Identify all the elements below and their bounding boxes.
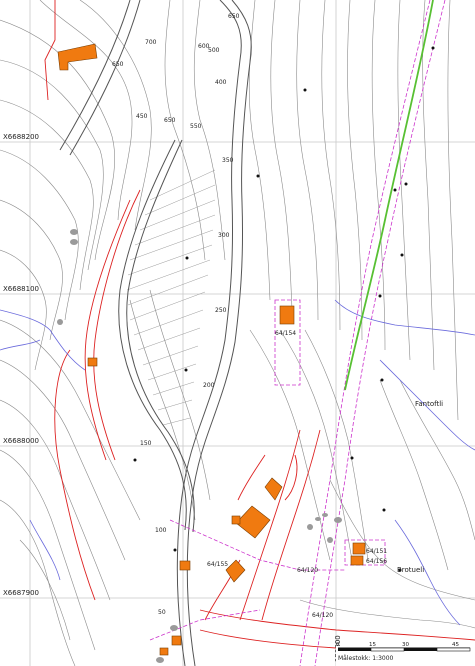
contour-label: 500 xyxy=(208,47,220,54)
grid-labels: X6688200 X6688100 X6688000 X6687900 150 6… xyxy=(3,133,342,662)
contour-label: 150 xyxy=(140,440,152,447)
contour-label: 300 xyxy=(218,232,230,239)
building xyxy=(264,477,283,501)
place-name-brotueli: Brotueli xyxy=(397,566,424,574)
building xyxy=(350,555,364,566)
contour-label: 200 xyxy=(203,382,215,389)
building xyxy=(279,305,295,325)
contour-label: 650 xyxy=(164,117,176,124)
scale-tick-30: 30 xyxy=(402,642,409,648)
map-canvas[interactable]: X6688200 X6688100 X6688000 X6687900 1506… xyxy=(0,0,475,666)
place-name-fantoftli: Fantoftli xyxy=(415,400,443,408)
building xyxy=(231,515,241,525)
scale-caption: Målestokk: 1:3000 xyxy=(338,655,394,662)
contour-labels: 650 700 650 650 600 550 500 450 400 350 … xyxy=(112,13,240,616)
parcel-label-156: 64/156 xyxy=(366,558,387,565)
building xyxy=(87,357,98,367)
grid-label-6688000: X6688000 xyxy=(3,437,39,445)
property-lines xyxy=(44,0,475,656)
building xyxy=(159,647,169,656)
contour-label: 250 xyxy=(215,307,227,314)
contour-label: 50 xyxy=(158,609,166,616)
parcel-label-151: 64/151 xyxy=(366,548,387,555)
contour-label: 350 xyxy=(222,157,234,164)
scale-tick-15: 15 xyxy=(369,642,376,648)
building xyxy=(352,542,366,555)
grid-label-6688100: X6688100 xyxy=(3,285,39,293)
slope-hatching xyxy=(126,169,216,426)
contour-label: 700 xyxy=(145,39,157,46)
building xyxy=(225,559,246,583)
building xyxy=(171,635,182,646)
contour-label: 400 xyxy=(215,79,227,86)
grid-label-6688200: X6688200 xyxy=(3,133,39,141)
map-svg: X6688200 X6688100 X6688000 X6687900 1506… xyxy=(0,0,475,666)
parcel-label-155: 64/155 xyxy=(207,561,228,568)
contour-label: 450 xyxy=(136,113,148,120)
green-power-line xyxy=(344,0,434,391)
parcel-label-154: 64/154 xyxy=(275,330,296,337)
contour-label: 550 xyxy=(190,123,202,130)
scale-tick-45: 45 xyxy=(452,642,459,648)
parcel-label-120a: 64/120 xyxy=(297,567,318,574)
parcel-label-120b: 64/120 xyxy=(312,612,333,619)
scale-tick-0: 0 xyxy=(336,642,340,648)
contour-label: 650 xyxy=(228,13,240,20)
building xyxy=(235,505,271,539)
building xyxy=(179,560,191,571)
scale-bar: 0 15 30 45 Målestokk: 1:3000 xyxy=(336,642,475,666)
contour-label: 650 xyxy=(112,61,124,68)
contour-label: 100 xyxy=(155,527,167,534)
building xyxy=(57,43,98,71)
grid-label-6687900: X6687900 xyxy=(3,589,39,597)
